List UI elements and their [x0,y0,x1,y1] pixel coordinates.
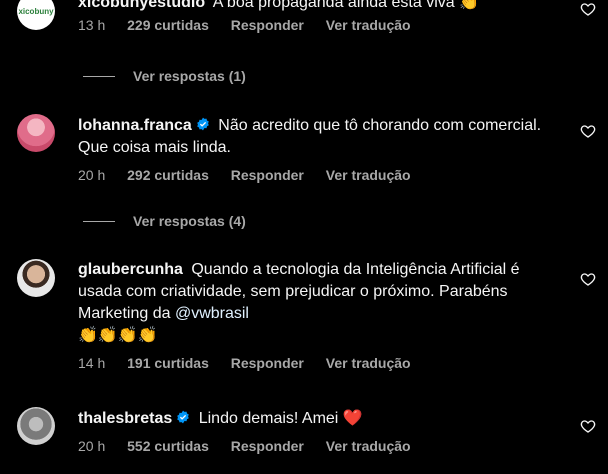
comment-username[interactable]: xicobunyestudio [78,0,205,11]
reply-button[interactable]: Responder [231,438,304,454]
red-heart-emoji: ❤️ [342,410,363,427]
reply-button[interactable]: Responder [231,17,304,33]
comment-meta: 20 h 552 curtidas Responder Ver tradução [78,438,560,454]
clap-emoji: 👏👏👏👏 [78,327,158,344]
view-replies-label: Ver respostas (4) [133,213,246,229]
comment-meta: 14 h 191 curtidas Responder Ver tradução [78,355,560,371]
comment-likes[interactable]: 191 curtidas [127,355,209,371]
translate-button[interactable]: Ver tradução [326,167,411,183]
comment-text: lohanna.franca Não acredito que tô chora… [78,115,560,159]
avatar[interactable]: xicobuny [17,0,55,30]
comment-meta: 20 h 292 curtidas Responder Ver tradução [78,167,560,183]
like-heart-icon[interactable] [580,271,596,287]
avatar-logo-text: xicobuny [18,6,54,16]
verified-badge-icon [177,410,190,424]
comment-time[interactable]: 20 h [78,167,105,183]
reply-button[interactable]: Responder [231,167,304,183]
comment-text: thalesbretas Lindo demais! Amei ❤️ [78,408,560,430]
view-replies-label: Ver respostas (1) [133,68,246,84]
comment-body: A boa propaganda ainda está viva [212,0,455,11]
comment-time[interactable]: 14 h [78,355,105,371]
replies-divider [83,220,115,222]
comment-username[interactable]: thalesbretas [78,410,172,427]
comment-username[interactable]: glaubercunha [78,261,183,278]
avatar[interactable] [17,114,55,152]
translate-button[interactable]: Ver tradução [326,355,411,371]
comment-likes[interactable]: 552 curtidas [127,438,209,454]
like-heart-icon[interactable] [580,123,596,139]
comment-likes[interactable]: 229 curtidas [127,17,209,33]
translate-button[interactable]: Ver tradução [326,438,411,454]
comment-username[interactable]: lohanna.franca [78,117,192,134]
comment-text: glaubercunha Quando a tecnologia da Inte… [78,259,560,347]
verified-badge-icon [197,117,209,131]
comment-likes[interactable]: 292 curtidas [127,167,209,183]
avatar[interactable] [17,407,55,445]
comment-text: xicobunyestudio A boa propaganda ainda e… [78,0,560,14]
comment-body: Lindo demais! Amei [198,410,339,427]
comment-time[interactable]: 20 h [78,438,105,454]
translate-button[interactable]: Ver tradução [326,17,411,33]
like-heart-icon[interactable] [580,418,596,434]
view-replies-button[interactable]: Ver respostas (1) [83,68,246,84]
avatar[interactable] [17,259,55,297]
clap-emoji: 👏 [459,0,480,11]
like-heart-icon[interactable] [580,1,596,17]
comment-time[interactable]: 13 h [78,17,105,33]
view-replies-button[interactable]: Ver respostas (4) [83,213,246,229]
replies-divider [83,75,115,77]
mention-link[interactable]: @vwbrasil [175,305,249,322]
reply-button[interactable]: Responder [231,355,304,371]
comment-meta: 13 h 229 curtidas Responder Ver tradução [78,17,560,33]
